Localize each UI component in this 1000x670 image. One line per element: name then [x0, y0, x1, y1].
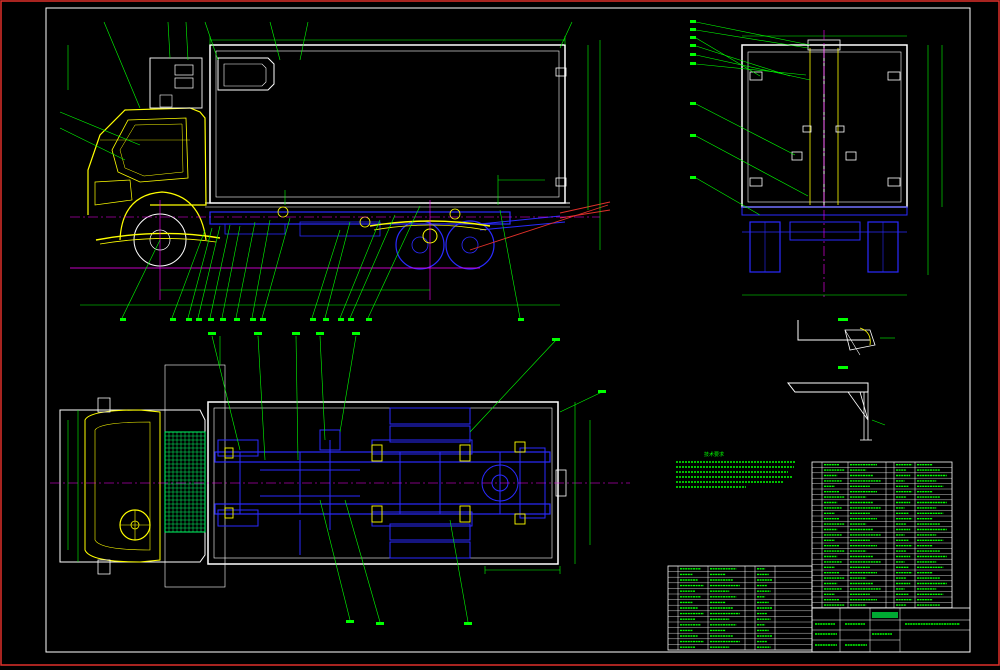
cargo-box-outline — [209, 44, 566, 204]
cad-drawing-sheet: 技术要求 — [0, 0, 1000, 666]
outer-frame — [0, 0, 1000, 666]
side-elevation-view — [59, 21, 611, 321]
notes-title: 技术要求 — [704, 451, 724, 458]
inner-frame — [45, 7, 971, 653]
parts-list-table — [811, 461, 953, 609]
top-plan-view — [50, 332, 630, 625]
cargo-box-inner — [215, 50, 560, 198]
section-detail-b — [786, 366, 886, 441]
section-detail-a — [797, 318, 895, 356]
technical-notes: 技术要求 — [676, 451, 796, 488]
title-block — [811, 607, 971, 653]
drawing-canvas: 技术要求 — [0, 0, 1000, 666]
radiator-grille — [164, 431, 206, 533]
cab-outline — [87, 107, 207, 215]
rear-elevation-view — [690, 20, 943, 300]
title-block-stamp — [872, 612, 898, 618]
bill-of-materials-left — [667, 565, 813, 651]
